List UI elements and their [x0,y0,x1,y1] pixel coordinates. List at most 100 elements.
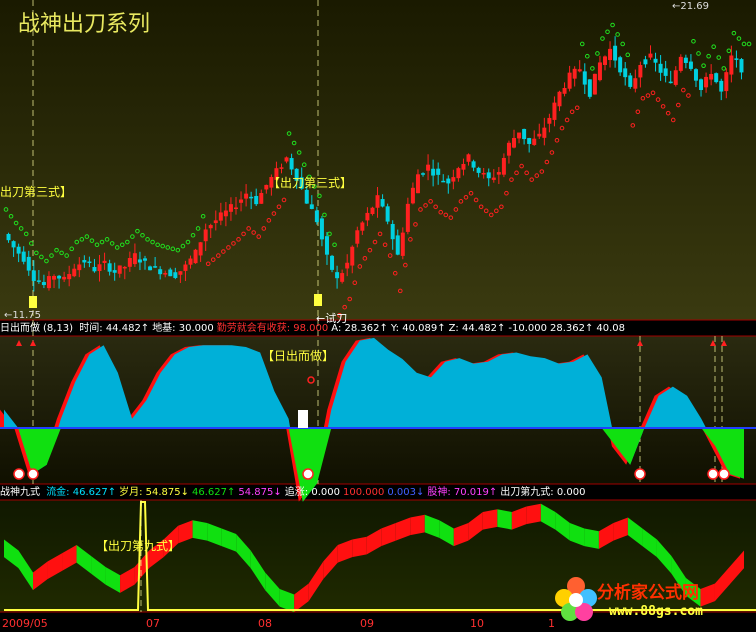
candle-body [183,264,188,271]
candle-body [426,164,431,171]
candle-body [527,138,532,144]
panel3-item-0: 流金: 46.627↑ [46,487,117,498]
candle-body [618,57,623,73]
price-low-label: ←11.75 [4,310,42,321]
candle-body [506,142,511,156]
candle-body [512,137,517,148]
candle-body [633,78,638,89]
candle-body [11,241,16,248]
house-icon [298,410,308,428]
candle-body [77,264,82,271]
candle-body [158,269,163,275]
candle-body [592,73,597,95]
candle-body [289,158,294,170]
chart-window: 战神出刀系列 ←21.69 ←11.75 ←试刀 【出刀第三式】 出刀第三式】 … [0,0,756,632]
candle-body [491,177,496,180]
candle-body [213,220,218,224]
candle-body [259,192,264,204]
low-signal-bar-1 [314,294,322,306]
candle-body [233,207,238,210]
panel3-signal-label: 【出刀第九式】 [96,539,181,553]
nine-band-segment [352,536,367,558]
candle-body [643,59,648,65]
candle-body [552,102,557,120]
panel3-item-4: 追涨: 0.000 [284,487,340,498]
candle-body [208,225,213,229]
candle-body [355,230,360,244]
candle-body [410,187,415,204]
candle-body [173,272,178,278]
panel2-item-7: 28.362↑ [549,323,594,334]
panel3-item-1: 岁月: 54.875↓ [119,487,190,498]
candle-body [163,273,168,275]
candle-body [57,275,62,279]
candle-body [501,157,506,175]
panel2-item-2: 勤劳就会有收获: 98.000 [216,323,329,334]
candle-body [148,266,153,271]
candle-body [547,117,552,124]
x-tick-2: 08 [258,617,272,630]
panel3-item-2: 46.627↑ [192,487,236,498]
candle-body [16,246,21,254]
candle-body [223,210,228,217]
smiley-icon [718,468,730,480]
candle-body [188,258,193,265]
candle-body [678,56,683,71]
candle-body [421,173,426,175]
candle-body [284,157,289,162]
candle-body [375,195,380,208]
nine-band-segment [584,528,599,549]
candle-body [193,249,198,264]
panel2-item-4: Y: 40.089↑ [390,323,446,334]
candle-body [304,189,309,204]
panel2-item-3: A: 28.362↑ [331,323,388,334]
candle-body [653,58,658,63]
candle-body [709,73,714,80]
candle-body [137,259,142,263]
candle-body [466,154,471,162]
candle-body [668,81,673,84]
candle-body [415,174,420,194]
candle-body [97,264,102,272]
candle-body [365,212,370,221]
candle-body [597,62,602,81]
panel2-header: 日出而做 (8,13) 时间: 44.482↑ 地基: 30.000 勤劳就会有收获:… [0,322,756,336]
candle-body [31,270,36,281]
candle-body [688,61,693,69]
candle-body [699,79,704,91]
candle-body [613,45,618,61]
smiley-icon [13,468,25,480]
panel2-item-5: Z: 44.482↑ [448,323,506,334]
x-tick-0: 2009/05 [2,617,48,630]
candle-body [279,167,284,169]
candle-body [537,133,542,137]
panel3-name: 战神九式 [0,487,40,498]
candle-body [496,172,501,175]
candle-body [481,172,486,175]
price-high-label: ←21.69 [672,1,710,12]
candle-body [6,233,11,241]
candle-body [673,70,678,85]
candle-body [203,229,208,242]
smiley-icon [27,468,39,480]
watermark: 分析家公式网 www.88gs.com [553,572,753,628]
chart-title: 战神出刀系列 [18,12,151,37]
candle-body [400,232,405,256]
signal-label-3: 【出刀第三式】 [268,176,353,190]
panel2-name: 日出而做 [0,323,40,334]
candle-body [562,88,567,94]
candle-body [127,257,132,267]
panel3-item-7: 股神: 70.019↑ [427,487,498,498]
candle-body [456,168,461,179]
candle-body [52,275,57,280]
candle-body [628,75,633,87]
x-tick-3: 09 [360,617,374,630]
candle-body [436,168,441,175]
candle-body [82,260,87,263]
candle-body [107,263,112,272]
candle-body [244,193,249,199]
panel3-item-3: 54.875↓ [238,487,282,498]
candle-body [582,71,587,85]
candle-body [638,65,643,78]
candle-body [608,48,613,61]
